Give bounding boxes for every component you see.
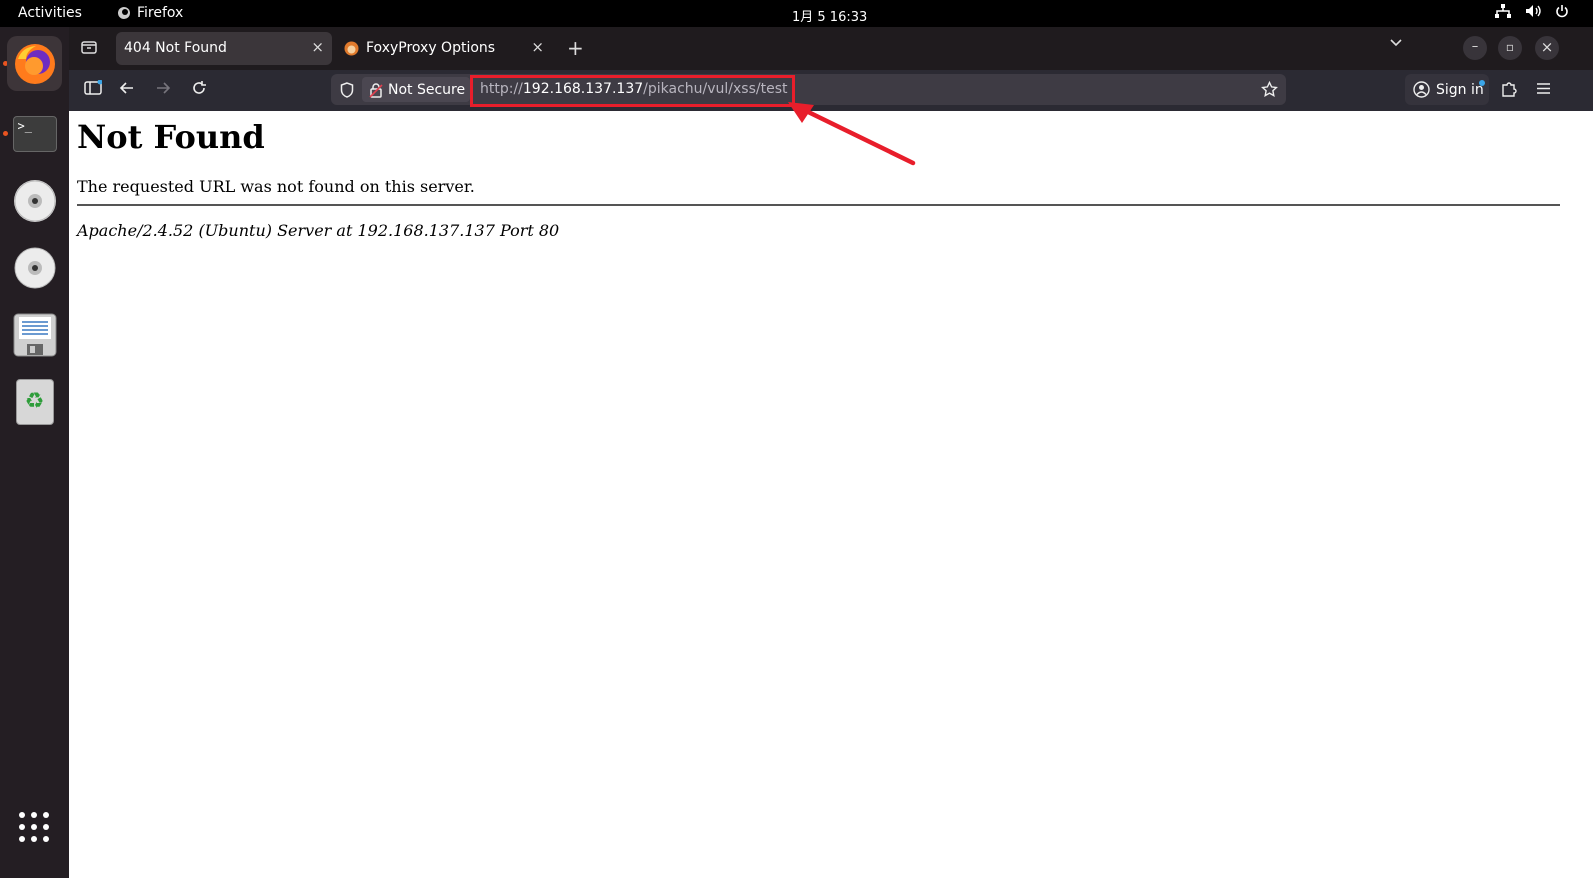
- bookmark-star-icon[interactable]: [1261, 81, 1278, 98]
- firefox-view-icon: [81, 41, 97, 54]
- floppy-icon: [13, 313, 56, 356]
- dock-floppy[interactable]: [7, 307, 62, 362]
- firefox-view-button[interactable]: [81, 39, 97, 59]
- url-highlight-annotation: [470, 75, 795, 107]
- clock[interactable]: 1月 5 16:33: [792, 6, 867, 25]
- tracking-protection-shield-icon[interactable]: [340, 82, 354, 98]
- apps-grid-icon: [19, 812, 49, 842]
- firefox-icon: [14, 43, 55, 84]
- insecure-lock-icon: [369, 82, 383, 98]
- page-heading: Not Found: [77, 118, 265, 156]
- volume-icon: [1526, 5, 1541, 17]
- foxyproxy-icon: [344, 41, 359, 56]
- page-content: Not Found The requested URL was not foun…: [69, 111, 1593, 878]
- forward-button[interactable]: [155, 80, 171, 101]
- trash-icon: ♻: [15, 378, 54, 425]
- app-menu-button[interactable]: [1536, 80, 1551, 101]
- sign-in-button[interactable]: Sign in: [1405, 74, 1489, 105]
- not-secure-label: Not Secure: [388, 81, 466, 98]
- server-signature: Apache/2.4.52 (Ubuntu) Server at 192.168…: [77, 221, 560, 240]
- chevron-down-icon: [1390, 39, 1402, 47]
- close-window-button[interactable]: ×: [1535, 36, 1559, 60]
- dock: >_ ♻: [0, 27, 69, 878]
- sidebar-button[interactable]: [84, 79, 103, 101]
- tab-label: 404 Not Found: [124, 40, 227, 56]
- tab-close-icon[interactable]: ×: [531, 38, 544, 56]
- show-apps-button[interactable]: [18, 811, 51, 848]
- notification-dot: [1479, 80, 1485, 86]
- not-secure-indicator[interactable]: Not Secure: [362, 77, 470, 102]
- back-arrow-icon: [119, 82, 133, 94]
- extensions-button[interactable]: [1501, 80, 1518, 102]
- dock-trash[interactable]: ♻: [7, 374, 62, 429]
- tab-close-icon[interactable]: ×: [311, 38, 324, 56]
- new-tab-button[interactable]: +: [567, 36, 584, 60]
- puzzle-piece-icon: [1502, 82, 1517, 97]
- reload-icon: [193, 81, 206, 94]
- tab-label: FoxyProxy Options: [366, 40, 496, 56]
- dock-terminal[interactable]: >_: [7, 106, 62, 161]
- minimize-button[interactable]: –: [1463, 36, 1487, 60]
- cd-icon: [13, 179, 56, 222]
- divider: [77, 204, 1560, 206]
- account-icon: [1413, 81, 1430, 98]
- activities-button[interactable]: Activities: [18, 5, 82, 21]
- reload-button[interactable]: [191, 80, 207, 101]
- annotation-arrow: [788, 102, 916, 166]
- error-message: The requested URL was not found on this …: [77, 177, 475, 196]
- sidebar-icon: [84, 79, 103, 95]
- system-tray[interactable]: [1495, 4, 1569, 18]
- system-top-bar: Activities Firefox 1月 5 16:33: [0, 0, 1593, 27]
- dock-firefox[interactable]: [7, 36, 62, 91]
- tab-foxyproxy-options[interactable]: FoxyProxy Options ×: [336, 32, 552, 65]
- tab-404-not-found[interactable]: 404 Not Found ×: [116, 32, 332, 65]
- restore-button[interactable]: ▫: [1498, 36, 1522, 60]
- terminal-icon: >_: [12, 115, 57, 152]
- dock-cd-drive-1[interactable]: [7, 173, 62, 228]
- power-icon: [1556, 5, 1568, 18]
- app-name: Firefox: [137, 5, 184, 21]
- hamburger-menu-icon: [1537, 83, 1550, 94]
- tab-bar: 404 Not Found × FoxyProxy Options × + – …: [69, 27, 1593, 70]
- network-icon: [1495, 4, 1511, 18]
- sign-in-label: Sign in: [1436, 82, 1484, 98]
- dock-cd-drive-2[interactable]: [7, 240, 62, 295]
- back-button[interactable]: [119, 80, 135, 101]
- list-all-tabs-button[interactable]: [1389, 35, 1403, 54]
- app-menu[interactable]: Firefox: [117, 5, 183, 21]
- firefox-small-icon: [118, 7, 130, 19]
- cd-icon: [14, 247, 55, 288]
- forward-arrow-icon: [157, 82, 171, 94]
